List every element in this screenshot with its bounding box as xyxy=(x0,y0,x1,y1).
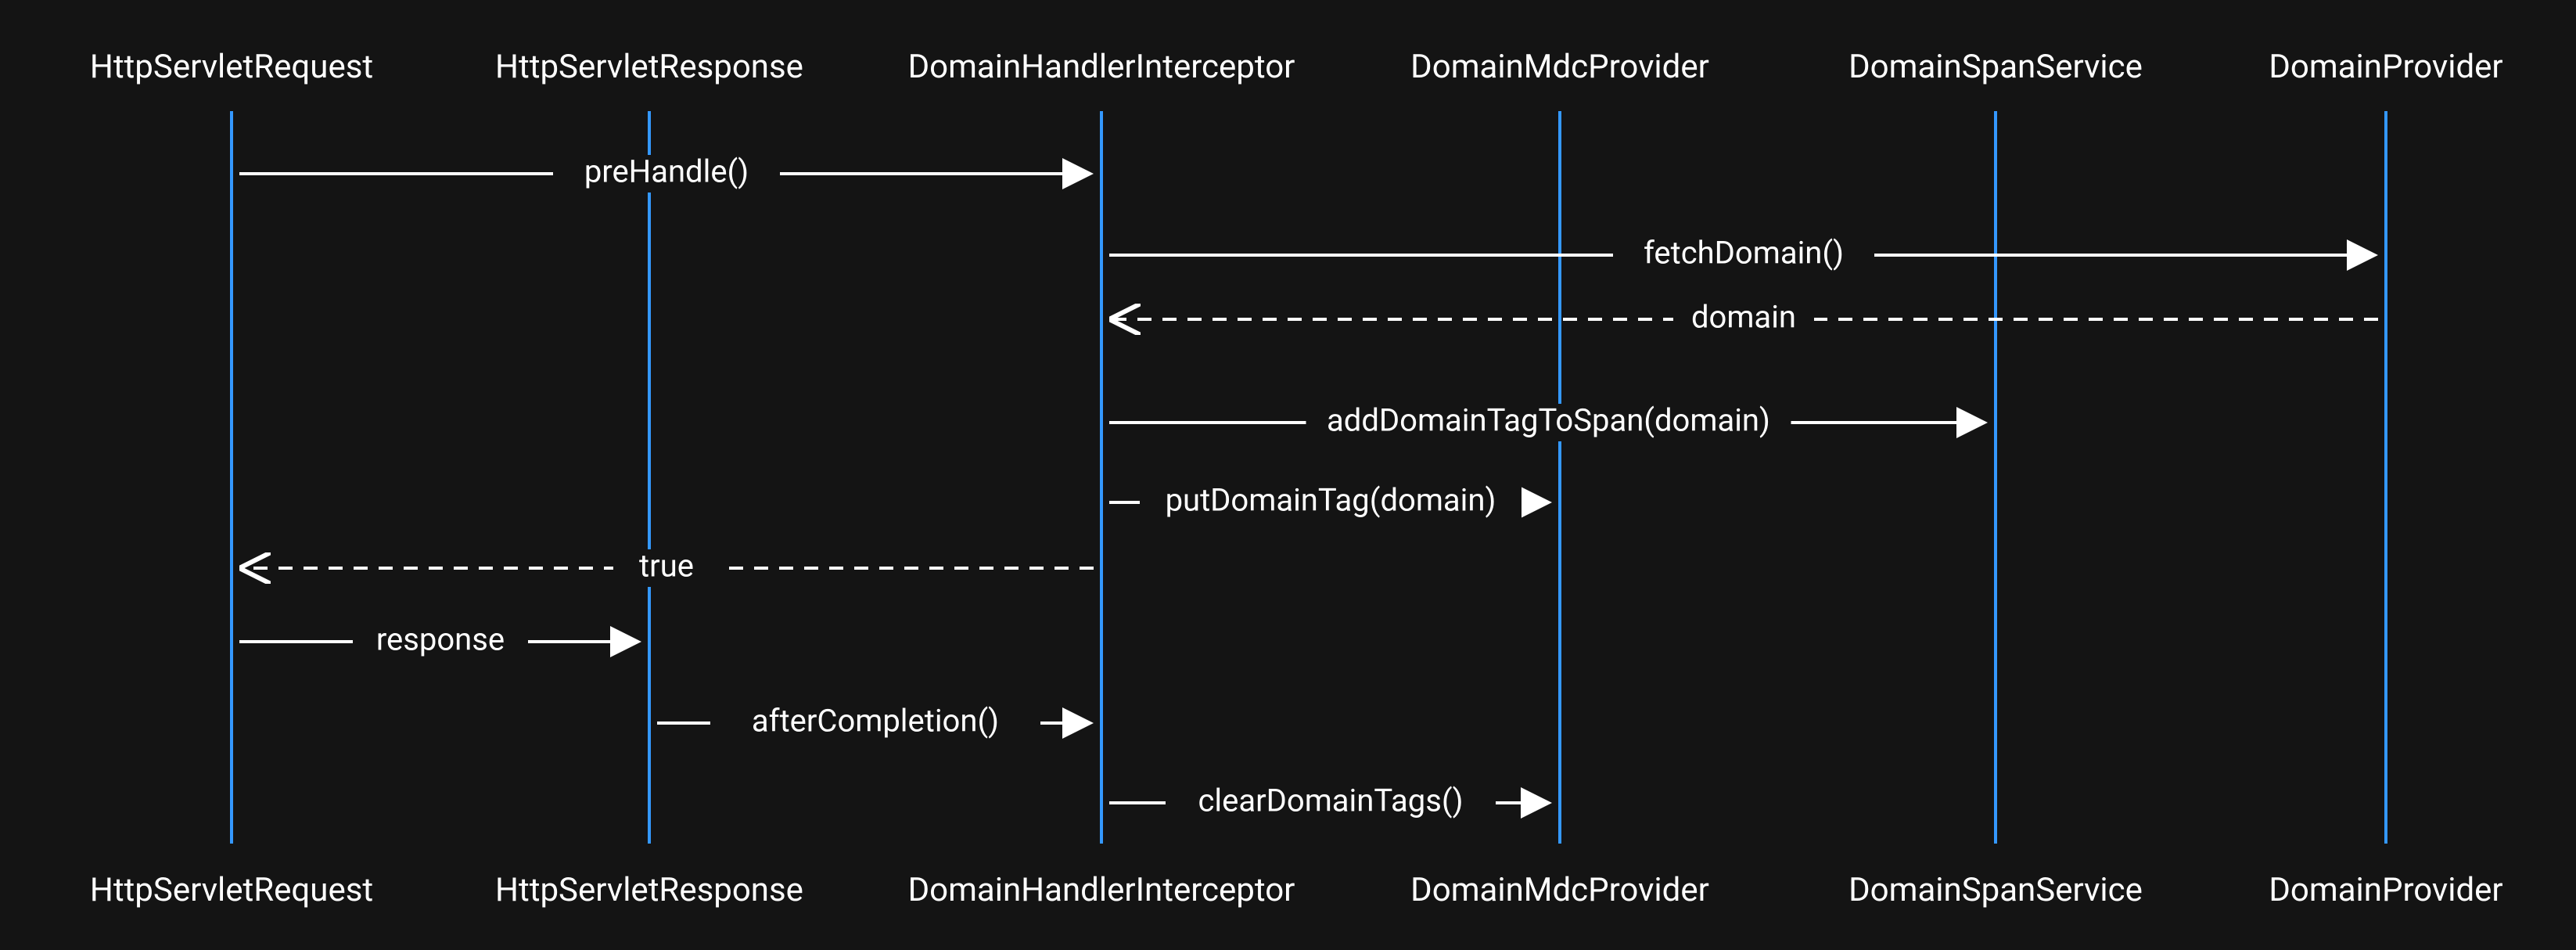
participant-labels-group: HttpServletRequest HttpServletRequest Http… xyxy=(90,48,2503,909)
message-label-0: preHandle() xyxy=(584,153,749,190)
message-label-1: fetchDomain() xyxy=(1644,235,1844,272)
lifelines-group xyxy=(232,111,2386,844)
sequence-diagram: preHandle() fetchDomain() domain addDomainT… xyxy=(0,0,2576,950)
message-label-5: true xyxy=(639,548,694,585)
message-label-6: response xyxy=(376,621,505,658)
participant-header-prov: DomainProvider xyxy=(2269,48,2502,86)
messages-group: preHandle() fetchDomain() domain addDomainT… xyxy=(239,153,2378,822)
participant-footer-intc: DomainHandlerInterceptor xyxy=(908,871,1295,909)
participant-footer-resp: HttpServletResponse xyxy=(495,871,803,909)
message-label-2: domain xyxy=(1691,299,1796,336)
participant-header-mdc: DomainMdcProvider xyxy=(1410,48,1709,86)
participant-footer-mdc: DomainMdcProvider xyxy=(1410,871,1709,909)
message-label-8: clearDomainTags() xyxy=(1198,783,1463,819)
message-label-7: afterCompletion() xyxy=(752,703,999,739)
participant-footer-req: HttpServletRequest xyxy=(90,871,373,909)
diagram-svg: preHandle() fetchDomain() domain addDomainT… xyxy=(0,0,2576,950)
participant-footer-span: DomainSpanService xyxy=(1848,871,2143,909)
participant-header-intc: DomainHandlerInterceptor xyxy=(908,48,1295,86)
participant-header-span: DomainSpanService xyxy=(1848,48,2143,86)
participant-header-resp: HttpServletResponse xyxy=(495,48,803,86)
message-label-4: putDomainTag(domain) xyxy=(1166,482,1496,519)
participant-header-req: HttpServletRequest xyxy=(90,48,373,86)
message-label-3: addDomainTagToSpan(domain) xyxy=(1327,402,1770,439)
participant-footer-prov: DomainProvider xyxy=(2269,871,2502,909)
